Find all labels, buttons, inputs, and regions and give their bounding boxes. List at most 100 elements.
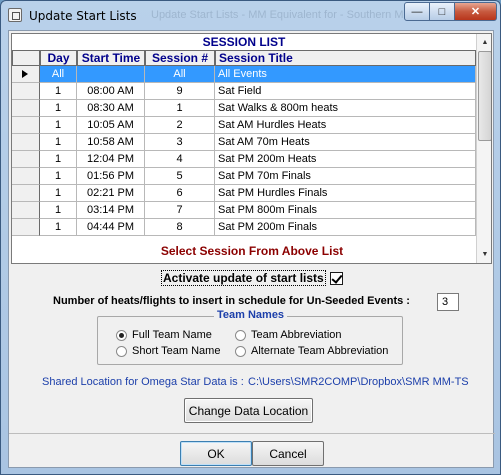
title-bar[interactable]: Update Start Lists Update Start Lists - … [1, 1, 500, 31]
cell-day[interactable]: 1 [40, 168, 77, 185]
ok-button[interactable]: OK [180, 441, 252, 466]
row-selector[interactable] [12, 168, 40, 185]
cell-session-number[interactable]: 9 [145, 83, 215, 100]
cell-start-time[interactable] [77, 66, 145, 83]
cell-start-time[interactable]: 10:58 AM [77, 134, 145, 151]
cell-session-title[interactable]: Sat Field [215, 83, 476, 100]
radio-alternate-team-abbreviation[interactable]: Alternate Team Abbreviation [235, 345, 388, 357]
cell-session-title[interactable]: Sat AM Hurdles Heats [215, 117, 476, 134]
cell-session-number[interactable]: 4 [145, 151, 215, 168]
vertical-scrollbar[interactable]: ▲ ▼ [476, 34, 491, 263]
table-row[interactable]: 1 03:14 PM 7 Sat PM 800m Finals [12, 202, 476, 219]
cell-session-title[interactable]: Sat PM 200m Heats [215, 151, 476, 168]
header-day[interactable]: Day [40, 50, 77, 66]
cell-start-time[interactable]: 03:14 PM [77, 202, 145, 219]
cell-start-time[interactable]: 10:05 AM [77, 117, 145, 134]
cell-session-title[interactable]: Sat AM 70m Heats [215, 134, 476, 151]
table-row[interactable]: 1 08:00 AM 9 Sat Field [12, 83, 476, 100]
header-session-title[interactable]: Session Title [215, 50, 476, 66]
table-row[interactable]: All All All Events [12, 66, 476, 83]
table-row[interactable]: 1 10:58 AM 3 Sat AM 70m Heats [12, 134, 476, 151]
radio-alternate-team-abbreviation-dot[interactable] [235, 345, 246, 357]
background-window-title: Update Start Lists - MM Equivalent for -… [151, 9, 427, 21]
table-row[interactable]: 1 12:04 PM 4 Sat PM 200m Heats [12, 151, 476, 168]
close-button[interactable]: ✕ [454, 2, 497, 21]
cell-start-time[interactable]: 02:21 PM [77, 185, 145, 202]
cell-day[interactable]: 1 [40, 83, 77, 100]
scroll-up-icon[interactable]: ▲ [477, 34, 491, 51]
cell-start-time[interactable]: 08:30 AM [77, 100, 145, 117]
change-data-location-button[interactable]: Change Data Location [184, 398, 313, 423]
cell-session-title[interactable]: All Events [215, 66, 476, 83]
row-selector[interactable] [12, 219, 40, 236]
row-selector[interactable] [12, 134, 40, 151]
cell-session-title[interactable]: Sat PM 800m Finals [215, 202, 476, 219]
cell-session-number[interactable]: 8 [145, 219, 215, 236]
radio-full-team-name-dot[interactable] [116, 329, 127, 341]
table-row[interactable]: 1 02:21 PM 6 Sat PM Hurdles Finals [12, 185, 476, 202]
table-row[interactable]: 1 10:05 AM 2 Sat AM Hurdles Heats [12, 117, 476, 134]
grid-header-row: Day Start Time Session # Session Title [12, 50, 476, 66]
close-icon: ✕ [470, 6, 481, 18]
row-pointer-icon [22, 70, 28, 78]
header-session-number[interactable]: Session # [145, 50, 215, 66]
cell-session-number[interactable]: 5 [145, 168, 215, 185]
session-list-caption: SESSION LIST [202, 35, 286, 49]
cell-session-number[interactable]: 1 [145, 100, 215, 117]
scrollbar-thumb[interactable] [478, 51, 491, 141]
team-names-legend: Team Names [214, 309, 288, 321]
radio-full-team-name[interactable]: Full Team Name [116, 329, 212, 341]
cell-session-title[interactable]: Sat PM 200m Finals [215, 219, 476, 236]
header-selector-cell [12, 50, 40, 66]
table-row[interactable]: 1 08:30 AM 1 Sat Walks & 800m heats [12, 100, 476, 117]
cell-day[interactable]: 1 [40, 134, 77, 151]
cell-session-number[interactable]: 2 [145, 117, 215, 134]
minimize-button[interactable]: — [404, 2, 430, 21]
cell-session-number[interactable]: All [145, 66, 215, 83]
cell-start-time[interactable]: 12:04 PM [77, 151, 145, 168]
cell-session-title[interactable]: Sat Walks & 800m heats [215, 100, 476, 117]
row-selector[interactable] [12, 151, 40, 168]
radio-team-abbreviation-dot[interactable] [235, 329, 246, 341]
header-start-time[interactable]: Start Time [77, 50, 145, 66]
activate-update-label[interactable]: Activate update of start lists [161, 270, 326, 286]
row-selector[interactable] [12, 83, 40, 100]
cell-day[interactable]: 1 [40, 219, 77, 236]
cell-session-title[interactable]: Sat PM Hurdles Finals [215, 185, 476, 202]
cell-session-number[interactable]: 6 [145, 185, 215, 202]
update-start-lists-window: Update Start Lists Update Start Lists - … [0, 0, 501, 475]
row-selector[interactable] [12, 117, 40, 134]
radio-full-team-name-label: Full Team Name [132, 329, 212, 341]
cell-day[interactable]: All [40, 66, 77, 83]
cell-start-time[interactable]: 01:56 PM [77, 168, 145, 185]
dialog-client-area: SESSION LIST Day Start Time Session # Se… [8, 30, 495, 468]
table-row[interactable]: 1 01:56 PM 5 Sat PM 70m Finals [12, 168, 476, 185]
app-icon[interactable] [8, 8, 22, 22]
maximize-button[interactable]: □ [429, 2, 455, 21]
activate-update-checkbox[interactable]: Activate update of start lists [161, 270, 343, 286]
cell-session-title[interactable]: Sat PM 70m Finals [215, 168, 476, 185]
row-selector[interactable] [12, 202, 40, 219]
cell-day[interactable]: 1 [40, 185, 77, 202]
cancel-label: Cancel [269, 446, 307, 461]
row-selector[interactable] [12, 66, 40, 83]
row-selector[interactable] [12, 185, 40, 202]
heats-count-input[interactable]: 3 [437, 293, 459, 311]
row-selector[interactable] [12, 100, 40, 117]
cell-start-time[interactable]: 04:44 PM [77, 219, 145, 236]
cell-session-number[interactable]: 3 [145, 134, 215, 151]
heats-label: Number of heats/flights to insert in sch… [53, 295, 410, 307]
activate-checkbox-box[interactable] [329, 271, 343, 285]
radio-short-team-name[interactable]: Short Team Name [116, 345, 220, 357]
cancel-button[interactable]: Cancel [252, 441, 324, 466]
cell-day[interactable]: 1 [40, 151, 77, 168]
cell-session-number[interactable]: 7 [145, 202, 215, 219]
table-row[interactable]: 1 04:44 PM 8 Sat PM 200m Finals [12, 219, 476, 236]
cell-day[interactable]: 1 [40, 100, 77, 117]
session-list-grid[interactable]: SESSION LIST Day Start Time Session # Se… [11, 33, 492, 264]
radio-team-abbreviation[interactable]: Team Abbreviation [235, 329, 342, 341]
cell-day[interactable]: 1 [40, 202, 77, 219]
cell-day[interactable]: 1 [40, 117, 77, 134]
radio-short-team-name-dot[interactable] [116, 345, 127, 357]
cell-start-time[interactable]: 08:00 AM [77, 83, 145, 100]
